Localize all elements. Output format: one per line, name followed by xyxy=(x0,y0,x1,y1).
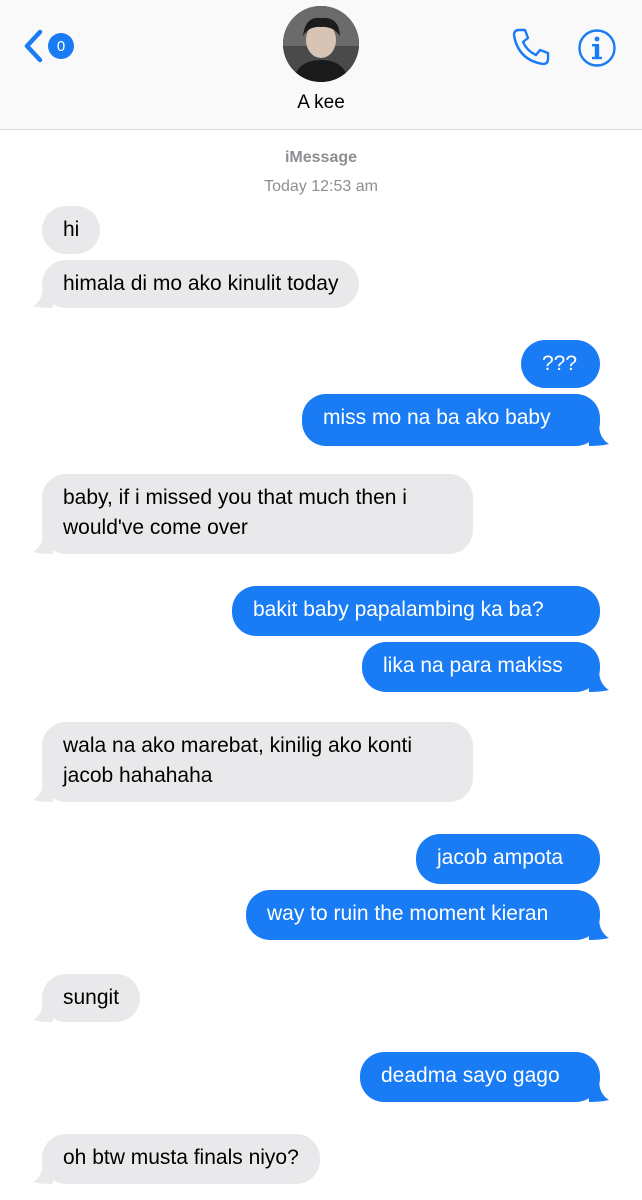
message-line: wala na ako marebat, kinilig ako konti xyxy=(63,734,413,757)
unread-badge: 0 xyxy=(48,33,74,59)
contact-avatar[interactable] xyxy=(283,6,359,82)
phone-icon xyxy=(512,28,550,66)
bubble-tail xyxy=(33,1162,53,1184)
message-timestamp: Today 12:53 am xyxy=(264,178,378,195)
info-icon xyxy=(578,29,616,67)
details-button[interactable] xyxy=(577,28,617,68)
incoming-message[interactable]: himala di mo ako kinulit today xyxy=(42,260,360,308)
outgoing-message[interactable]: jacob ampota xyxy=(416,834,600,884)
incoming-message-multiline[interactable]: wala na ako marebat, kinilig ako konti j… xyxy=(42,722,473,802)
incoming-message-multiline[interactable]: baby, if i missed you that much then i w… xyxy=(42,474,473,554)
outgoing-message[interactable]: lika na para makiss xyxy=(362,642,600,692)
outgoing-message[interactable]: deadma sayo gago xyxy=(360,1052,600,1102)
outgoing-message[interactable]: bakit baby papalambing ka ba? xyxy=(232,586,600,636)
conversation-header: 0 A kee xyxy=(0,0,642,130)
contact-name[interactable]: A kee xyxy=(0,92,642,114)
bubble-tail xyxy=(589,424,609,446)
bubble-tail xyxy=(589,670,609,692)
message-line: baby, if i missed you that much then i xyxy=(63,486,407,509)
bubble-tail xyxy=(33,1000,53,1022)
bubble-tail xyxy=(589,918,609,940)
incoming-message[interactable]: sungit xyxy=(42,974,141,1022)
outgoing-message[interactable]: miss mo na ba ako baby xyxy=(302,394,600,446)
bubble-tail xyxy=(33,286,53,308)
bubble-tail xyxy=(589,1080,609,1102)
bubble-tail xyxy=(33,780,53,802)
message-line: jacob hahahaha xyxy=(63,764,213,787)
outgoing-message[interactable]: way to ruin the moment kieran xyxy=(246,890,600,940)
incoming-message[interactable]: hi xyxy=(42,206,101,254)
message-line: would've come over xyxy=(63,516,248,539)
incoming-message[interactable]: oh btw musta finals niyo? xyxy=(42,1134,320,1184)
outgoing-message[interactable]: ??? xyxy=(521,340,600,388)
back-button[interactable]: 0 xyxy=(22,26,82,66)
chevron-left-icon xyxy=(24,29,43,63)
call-button[interactable] xyxy=(510,26,552,68)
service-label: iMessage xyxy=(284,149,358,166)
bubble-tail xyxy=(33,532,53,554)
